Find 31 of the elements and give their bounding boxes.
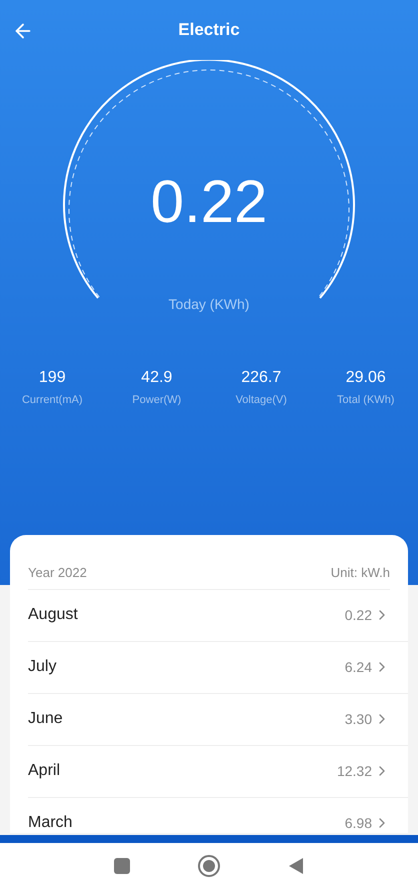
month-value: 6.98	[344, 814, 372, 832]
month-name: June	[28, 709, 63, 729]
back-triangle-icon	[289, 858, 303, 874]
stat-value: 226.7	[241, 368, 282, 388]
month-value: 6.24	[344, 658, 372, 676]
stat-label: Power(W)	[132, 393, 182, 408]
stat-label: Current(mA)	[22, 393, 82, 408]
stat-value: 42.9	[141, 368, 172, 388]
today-reading: 0.22	[150, 172, 268, 232]
month-name: April	[28, 761, 60, 781]
month-value: 12.32	[336, 762, 372, 780]
month-row[interactable]: June 3.30	[28, 694, 408, 746]
stat-value: 199	[38, 368, 66, 388]
back-nav-button[interactable]	[288, 857, 304, 875]
stat-label: Voltage(V)	[236, 393, 287, 408]
month-row[interactable]: April 12.32	[28, 746, 408, 798]
today-label: Today (KWh)	[168, 295, 250, 314]
month-name: July	[28, 657, 56, 677]
month-name: March	[28, 813, 72, 833]
stat-label: Total (KWh)	[337, 393, 394, 408]
stat-value: 29.06	[346, 368, 386, 388]
month-row[interactable]: August 0.22	[28, 590, 408, 642]
month-name: August	[28, 605, 78, 625]
home-button[interactable]	[198, 855, 220, 877]
month-value: 3.30	[344, 710, 372, 728]
recents-button[interactable]	[114, 858, 130, 874]
page-title: Electric	[178, 19, 240, 42]
month-row[interactable]: July 6.24	[28, 642, 408, 694]
month-value: 0.22	[344, 606, 372, 624]
year-label: Year 2022	[28, 564, 87, 582]
unit-label: Unit: kW.h	[330, 564, 390, 582]
